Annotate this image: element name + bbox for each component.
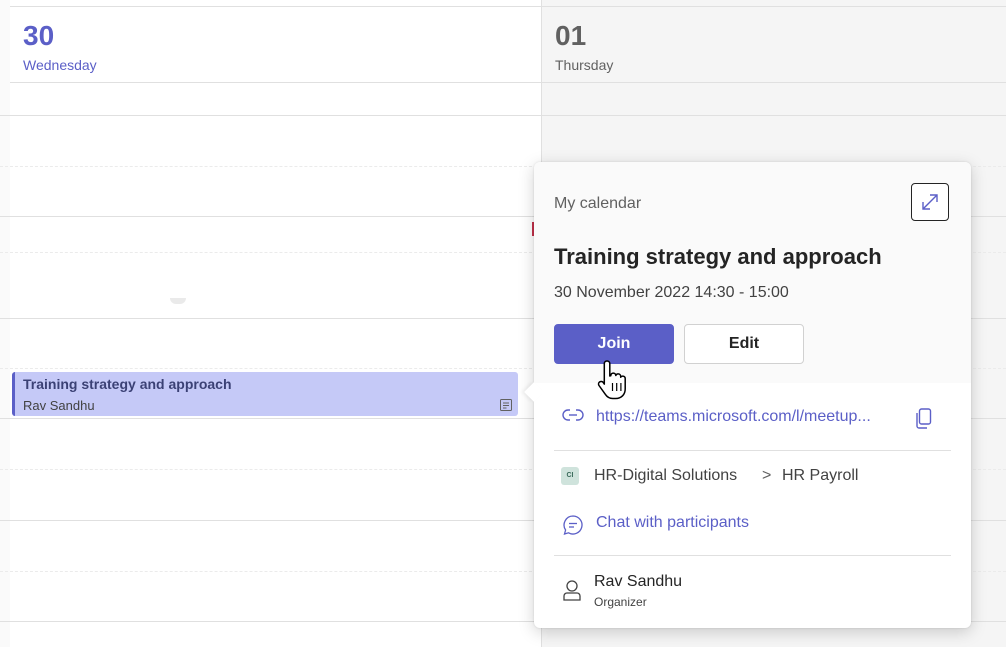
day-column-wednesday[interactable]: 30 Wednesday [10, 0, 542, 647]
calendar-label: My calendar [554, 195, 642, 212]
expand-button[interactable] [911, 183, 949, 221]
day-header: 01 Thursday [542, 6, 1006, 83]
event-title: Training strategy and approach [23, 376, 232, 392]
team-name: HR-Digital Solutions [594, 467, 738, 484]
edit-button[interactable]: Edit [684, 324, 804, 364]
organizer-name: Rav Sandhu [594, 573, 683, 590]
day-number: 01 [555, 20, 587, 51]
divider [554, 555, 951, 556]
chat-with-participants[interactable]: Chat with participants [554, 511, 951, 539]
day-name: Thursday [555, 57, 614, 73]
expand-icon [922, 194, 938, 210]
chat-icon [563, 515, 583, 535]
meeting-link-row: https://teams.microsoft.com/l/meetup... [554, 404, 951, 434]
person-icon [563, 580, 581, 601]
meeting-datetime: 30 November 2022 14:30 - 15:00 [554, 284, 789, 301]
grid-line [0, 115, 1006, 116]
notes-icon [500, 399, 512, 411]
join-button[interactable]: Join [554, 324, 674, 364]
meeting-link[interactable]: https://teams.microsoft.com/l/meetup... [596, 408, 906, 426]
event-details-popup: My calendar Training strategy and approa… [524, 162, 971, 628]
organizer-role: Organizer [594, 595, 647, 609]
team-channel-row: CI HR-Digital Solutions > HR Payroll [554, 463, 951, 491]
organizer-row: Rav Sandhu Organizer [554, 571, 951, 617]
meeting-title: Training strategy and approach [554, 244, 882, 269]
divider [554, 450, 951, 451]
day-number: 30 [23, 20, 55, 51]
copy-icon[interactable] [915, 408, 933, 430]
chevron-right-icon: > [762, 467, 772, 484]
link-icon [562, 409, 584, 421]
channel-name: HR Payroll [782, 467, 859, 484]
team-avatar: CI [561, 467, 579, 485]
event-organizer: Rav Sandhu [23, 398, 95, 413]
day-name: Wednesday [23, 57, 97, 73]
day-header: 30 Wednesday [10, 6, 541, 83]
chat-label: Chat with participants [596, 514, 749, 531]
calendar-event[interactable]: Training strategy and approach Rav Sandh… [12, 372, 518, 416]
